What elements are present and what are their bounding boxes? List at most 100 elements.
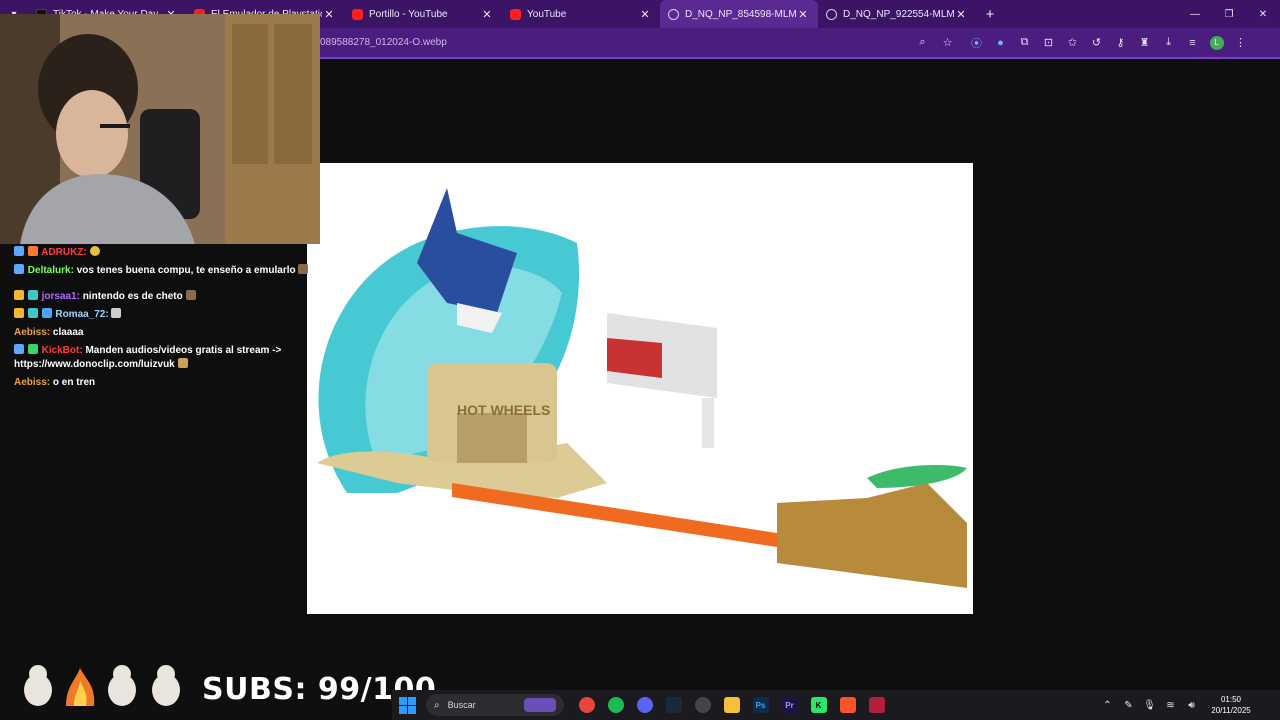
- chat-text: vos tenes buena compu, te enseño a emula…: [76, 265, 296, 276]
- fire-badge-icon: [27, 246, 38, 256]
- spotify-icon[interactable]: [601, 690, 630, 720]
- tab-title: Portillo - YouTube: [369, 8, 448, 20]
- close-tab-icon[interactable]: ✕: [480, 8, 494, 21]
- profile-avatar[interactable]: L: [1206, 32, 1227, 53]
- emote-icon: [89, 246, 100, 256]
- chat-username[interactable]: Aebiss:: [14, 327, 50, 338]
- chat-message: Deltalurk: vos tenes buena compu, te ens…: [14, 264, 314, 278]
- file-explorer-icon[interactable]: [717, 690, 746, 720]
- emote-icon: [185, 290, 196, 300]
- windows-start-icon[interactable]: [396, 694, 418, 716]
- new-tab-button[interactable]: +: [976, 6, 1004, 23]
- tab-title: YouTube: [527, 8, 567, 20]
- pen-icon[interactable]: ✎: [1118, 700, 1139, 711]
- read-aloud-icon[interactable]: ⦿: [966, 32, 987, 53]
- chat-text: claaaa: [52, 327, 84, 338]
- globe-icon: [826, 8, 837, 20]
- streamer-webcam-image: [0, 14, 320, 244]
- downloads-icon[interactable]: ⤓: [1158, 32, 1179, 53]
- chat-username[interactable]: jorsaa1:: [42, 291, 80, 302]
- product-image: HOT WHEELS: [307, 163, 973, 614]
- stream-chat: ADRUKZ: Deltalurk: vos tenes buena compu…: [14, 246, 314, 394]
- address-bar[interactable]: 089588278_012024-O.webp: [312, 32, 962, 53]
- chat-spacer: [14, 282, 314, 290]
- chat-message: jorsaa1: nintendo es de cheto: [14, 290, 314, 304]
- zoom-icon[interactable]: ⌕: [912, 32, 933, 53]
- tab-title: D_NQ_NP_854598-MLM74089: [685, 8, 796, 20]
- screen: ▾ TikTok - Make Your Day ✕ El Emulador d…: [0, 0, 1280, 720]
- sub-badge-icon: [27, 290, 38, 300]
- taskbar-search[interactable]: ⌕ Buscar: [426, 694, 564, 716]
- discord-icon[interactable]: [630, 690, 659, 720]
- copilot-icon[interactable]: ●: [990, 32, 1011, 53]
- globe-icon: [668, 8, 679, 20]
- sword-badge-icon: [14, 246, 24, 256]
- chat-message: Aebiss: o en tren: [14, 376, 314, 390]
- close-tab-icon[interactable]: ✕: [638, 8, 652, 21]
- more-menu-icon[interactable]: ⋮: [1230, 32, 1251, 53]
- voicemeeter-icon[interactable]: [862, 690, 891, 720]
- dancing-cats-image: [24, 665, 180, 706]
- taskbar-clock[interactable]: 01:50 20/11/2025: [1202, 694, 1260, 716]
- sword-badge-icon: [14, 264, 24, 274]
- windows-taskbar: ⌕ Buscar Ps Pr K ⌃ ✎ 🎙︎ ≋ 🔊︎ 01:50 20/11…: [392, 690, 1280, 720]
- bookmark-star-icon[interactable]: ☆: [937, 32, 958, 53]
- emote-icon: [298, 264, 309, 274]
- emote-icon: [111, 308, 122, 318]
- close-window-icon[interactable]: ✕: [1246, 0, 1280, 28]
- search-icon: ⌕: [434, 699, 440, 711]
- check-badge-icon: [27, 344, 38, 354]
- photoshop-icon[interactable]: Ps: [746, 690, 775, 720]
- restore-icon[interactable]: ❐: [1212, 0, 1246, 28]
- favorites-icon[interactable]: ✩: [1062, 32, 1083, 53]
- close-tab-icon[interactable]: ✕: [954, 8, 968, 21]
- youtube-icon: [352, 8, 363, 20]
- address-bar-actions: ⌕ ☆: [912, 32, 958, 53]
- clock-time: 01:50: [1220, 695, 1242, 704]
- kick-icon[interactable]: K: [804, 690, 833, 720]
- taskbar-apps: Ps Pr K: [572, 690, 891, 720]
- chat-username[interactable]: Aebiss:: [14, 377, 50, 388]
- chat-text: nintendo es de cheto: [82, 291, 183, 302]
- steam-icon[interactable]: [659, 690, 688, 720]
- svg-text:HOT WHEELS: HOT WHEELS: [457, 402, 550, 418]
- extensions-icon[interactable]: ⧉: [1014, 32, 1035, 53]
- close-tab-icon[interactable]: ✕: [796, 8, 810, 21]
- notification-area[interactable]: [1264, 690, 1280, 720]
- youtube-icon: [510, 8, 521, 20]
- tray-overflow-chevron-icon[interactable]: ⌃: [1097, 700, 1118, 711]
- clock-app-icon[interactable]: [688, 690, 717, 720]
- tab-title: D_NQ_NP_922554-MLM74990: [843, 8, 954, 20]
- history-icon[interactable]: ↺: [1086, 32, 1107, 53]
- shark-playset-illustration: HOT WHEELS: [317, 188, 967, 588]
- clock-date: 20/11/2025: [1211, 706, 1251, 715]
- chat-username[interactable]: Romaa_72:: [55, 309, 108, 320]
- wifi-icon[interactable]: ≋: [1160, 700, 1181, 711]
- crown-badge-icon: [14, 308, 24, 318]
- games-icon[interactable]: ♜: [1134, 32, 1155, 53]
- chat-message: Romaa_72:: [14, 308, 314, 322]
- chat-username[interactable]: ADRUKZ:: [41, 247, 87, 258]
- premiere-icon[interactable]: Pr: [775, 690, 804, 720]
- sub-badge-icon: [27, 308, 38, 318]
- tab-image-active[interactable]: D_NQ_NP_854598-MLM74089 ✕: [660, 0, 818, 28]
- tab-portillo[interactable]: Portillo - YouTube ✕: [344, 0, 502, 28]
- microphone-icon[interactable]: 🎙︎: [1139, 700, 1160, 711]
- chat-message: KickBot: Manden audios/videos gratis al …: [14, 344, 314, 372]
- screenshot-icon[interactable]: ⊡: [1038, 32, 1059, 53]
- chrome-icon[interactable]: [572, 690, 601, 720]
- brave-icon[interactable]: [833, 690, 862, 720]
- cat-emotes: [16, 660, 192, 708]
- tab-image-2[interactable]: D_NQ_NP_922554-MLM74990 ✕: [818, 0, 976, 28]
- crown-badge-icon: [14, 290, 24, 300]
- volume-icon[interactable]: 🔊︎: [1181, 700, 1202, 711]
- chat-username[interactable]: KickBot:: [42, 345, 83, 356]
- chat-username[interactable]: Deltalurk:: [28, 265, 74, 276]
- passwords-icon[interactable]: ⚷: [1110, 32, 1131, 53]
- tab-youtube[interactable]: YouTube ✕: [502, 0, 660, 28]
- gem-badge-icon: [41, 308, 52, 318]
- reading-list-icon[interactable]: ≡: [1182, 32, 1203, 53]
- close-tab-icon[interactable]: ✕: [322, 8, 336, 21]
- minimize-icon[interactable]: —: [1178, 0, 1212, 28]
- search-label: Buscar: [447, 700, 476, 710]
